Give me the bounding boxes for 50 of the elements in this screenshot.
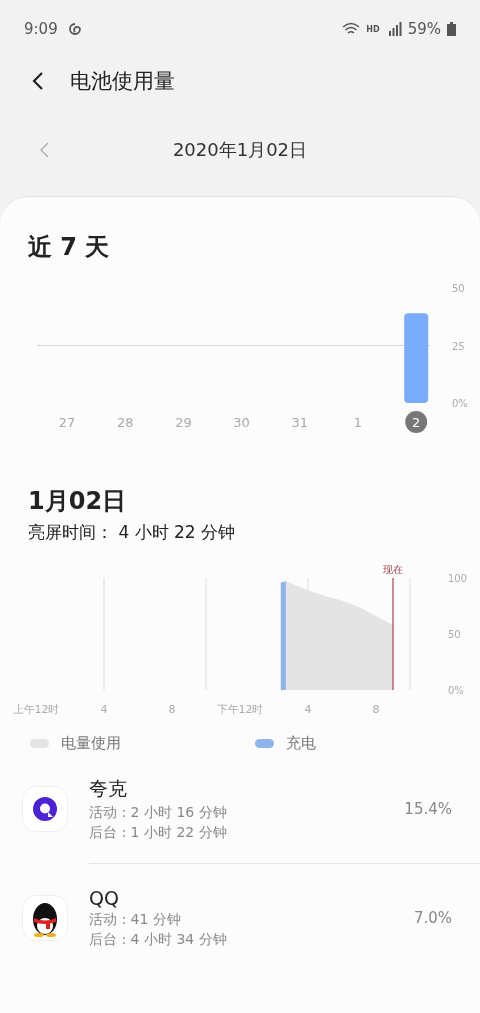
axis-label: 下午12时 [216, 703, 264, 716]
usage-percent: 15.4% [404, 800, 452, 818]
network-label: HD [366, 24, 380, 34]
legend-label: 电量使用 [61, 733, 121, 753]
axis-label: 25 [452, 340, 465, 352]
back-icon [32, 71, 44, 91]
selected-date: 2020年1月02日 [172, 138, 308, 162]
legend-swatch [255, 738, 274, 748]
notification-icon [67, 22, 82, 36]
page-title: 电池使用量 [70, 68, 175, 95]
axis-label: 0% [448, 685, 464, 696]
battery-percent: 59% [407, 20, 441, 38]
axis-label: 上午12时 [12, 703, 60, 716]
app-row[interactable]: 夸克 活动 : 2 小时 16 分钟 后台 : 1 小时 22 分钟 15.4% [0, 755, 480, 863]
day-label[interactable]: 30 [233, 415, 250, 430]
axis-label: 50 [448, 629, 461, 640]
axis-label: 50 [452, 283, 465, 294]
legend-label: 充电 [286, 733, 316, 753]
day-label[interactable]: 27 [58, 415, 76, 430]
day-label[interactable]: 31 [291, 415, 309, 430]
day-label[interactable]: 2 [405, 411, 428, 433]
background-time: 后台 : 4 小时 34 分钟 [89, 931, 228, 949]
penguin-icon [22, 895, 68, 941]
battery-icon [447, 22, 456, 36]
status-time: 9:09 [24, 20, 58, 38]
background-time: 后台 : 1 小时 22 分钟 [89, 824, 228, 842]
axis-label: 100 [448, 573, 468, 584]
day-label[interactable]: 1 [353, 415, 363, 430]
day-label[interactable]: 29 [175, 415, 192, 430]
active-time: 活动 : 2 小时 16 分钟 [89, 804, 228, 822]
axis-label: 4 [100, 703, 108, 716]
usage-percent: 7.0% [413, 909, 452, 927]
app-name: 夸克 [89, 776, 128, 801]
day-label[interactable]: 28 [116, 415, 134, 430]
active-time: 活动 : 41 分钟 [89, 911, 182, 929]
axis-label: 8 [168, 703, 176, 716]
app-name: QQ [89, 887, 120, 909]
now-label: 现在 [383, 564, 403, 575]
axis-label: 0% [452, 398, 468, 409]
x-tick-label: 2 [412, 415, 421, 430]
wifi-icon [342, 22, 361, 36]
chevron-left-icon [40, 142, 49, 158]
axis-label: 4 [304, 703, 312, 716]
screen-time: 亮屏时间： 4 小时 22 分钟 [27, 521, 237, 544]
app-row[interactable]: QQ 活动 : 41 分钟 后台 : 4 小时 34 分钟 7.0% [89, 863, 480, 972]
legend-swatch [30, 738, 49, 748]
day-title: 1月02日 [27, 486, 128, 517]
app-icon [22, 786, 68, 832]
section-title: 近 7 天 [27, 232, 111, 263]
axis-label: 8 [372, 703, 380, 716]
